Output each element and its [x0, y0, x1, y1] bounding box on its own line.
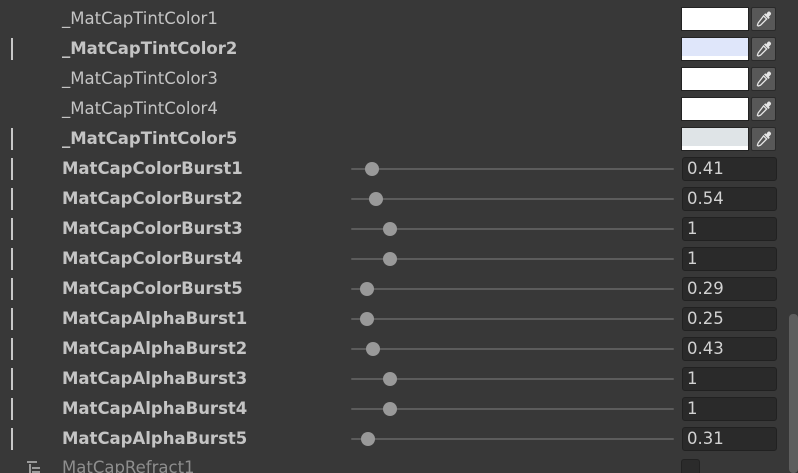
color-property-row: _MatCapTintColor3 [0, 64, 786, 94]
value-field[interactable]: 0.43 [682, 337, 777, 361]
slider-track[interactable] [351, 198, 674, 200]
property-label: MatCapAlphaBurst4 [62, 399, 248, 418]
alpha-strip [682, 26, 748, 30]
slider-property-row: MatCapAlphaBurst1 0.25 [0, 304, 786, 334]
value-field[interactable]: 1 [682, 247, 777, 271]
slider-thumb[interactable] [383, 372, 398, 386]
slider-thumb[interactable] [361, 432, 376, 446]
value-field[interactable]: 0.41 [682, 157, 777, 181]
slider-property-row: MatCapAlphaBurst4 1 [0, 394, 786, 424]
color-property-row: _MatCapTintColor4 [0, 94, 786, 124]
slider-track[interactable] [351, 288, 674, 290]
alpha-strip [682, 116, 748, 120]
tree-list-icon [27, 461, 40, 473]
property-label: MatCapColorBurst3 [62, 219, 243, 238]
value-field[interactable]: 0.25 [682, 307, 777, 331]
eyedropper-icon [756, 101, 772, 117]
slider-thumb[interactable] [383, 402, 398, 416]
alpha-strip [682, 56, 748, 60]
color-swatch[interactable] [681, 7, 749, 31]
color-property-row: _MatCapTintColor2 [0, 34, 786, 64]
property-label: MatCapAlphaBurst3 [62, 369, 248, 388]
slider-property-row: MatCapColorBurst5 0.29 [0, 274, 786, 304]
slider-track[interactable] [351, 348, 674, 350]
slider-track[interactable] [351, 258, 674, 260]
override-indicator [11, 248, 13, 270]
matcaprefract1-checkbox[interactable] [681, 459, 700, 473]
alpha-strip [682, 146, 748, 150]
value-field[interactable]: 0.54 [682, 187, 777, 211]
property-label: MatCapAlphaBurst2 [62, 339, 248, 358]
override-indicator [11, 38, 13, 60]
color-swatch[interactable] [681, 97, 749, 121]
override-indicator [11, 278, 13, 300]
slider-thumb[interactable] [360, 282, 375, 296]
slider-property-row: MatCapAlphaBurst2 0.43 [0, 334, 786, 364]
eyedropper-button[interactable] [751, 37, 776, 61]
property-label: MatCapColorBurst4 [62, 249, 243, 268]
slider-property-row: MatCapColorBurst2 0.54 [0, 184, 786, 214]
slider-track[interactable] [351, 408, 674, 410]
eyedropper-icon [756, 41, 772, 57]
slider-thumb[interactable] [359, 312, 374, 326]
slider-property-row: MatCapColorBurst1 0.41 [0, 154, 786, 184]
value-field[interactable]: 0.31 [682, 427, 777, 451]
property-label: _MatCapTintColor5 [62, 129, 238, 148]
slider-track[interactable] [351, 228, 674, 230]
color-swatch[interactable] [681, 127, 749, 151]
eyedropper-button[interactable] [751, 7, 776, 31]
property-label: MatCapColorBurst1 [62, 159, 243, 178]
slider-property-row: MatCapAlphaBurst5 0.31 [0, 424, 786, 454]
override-indicator [11, 338, 13, 360]
slider-property-row: MatCapColorBurst3 1 [0, 214, 786, 244]
slider-track[interactable] [351, 438, 674, 440]
eyedropper-icon [756, 71, 772, 87]
value-field[interactable]: 1 [682, 397, 777, 421]
property-label: _MatCapTintColor3 [62, 69, 218, 88]
slider-track[interactable] [351, 378, 674, 380]
property-label: MatCapColorBurst5 [62, 279, 243, 298]
alpha-strip [682, 86, 748, 90]
override-indicator [11, 428, 13, 450]
property-label: _MatCapTintColor4 [62, 99, 218, 118]
slider-track[interactable] [351, 168, 674, 170]
property-label: MatCapAlphaBurst1 [62, 309, 248, 328]
slider-thumb[interactable] [365, 342, 380, 356]
slider-property-row: MatCapColorBurst4 1 [0, 244, 786, 274]
override-indicator [11, 158, 13, 180]
property-label: _MatCapTintColor1 [62, 9, 218, 28]
eyedropper-icon [756, 11, 772, 27]
color-property-row: _MatCapTintColor5 [0, 124, 786, 154]
slider-track[interactable] [351, 318, 674, 320]
override-indicator [11, 188, 13, 210]
eyedropper-button[interactable] [751, 97, 776, 121]
color-property-row: _MatCapTintColor1 [0, 4, 786, 34]
value-field[interactable]: 1 [682, 367, 777, 391]
value-field[interactable]: 1 [682, 217, 777, 241]
vertical-scrollbar[interactable] [789, 314, 798, 473]
eyedropper-button[interactable] [751, 127, 776, 151]
property-label: MatCapColorBurst2 [62, 189, 243, 208]
inspector-panel: _MatCapTintColor1 _MatCapTintColor2 _MatCa… [0, 0, 798, 473]
override-indicator [11, 218, 13, 240]
property-label: MatCapAlphaBurst5 [62, 429, 248, 448]
eyedropper-icon [756, 131, 772, 147]
color-swatch[interactable] [681, 37, 749, 61]
color-swatch[interactable] [681, 67, 749, 91]
override-indicator [11, 128, 13, 150]
slider-thumb[interactable] [364, 162, 379, 176]
slider-thumb[interactable] [368, 192, 383, 206]
override-indicator [11, 308, 13, 330]
eyedropper-button[interactable] [751, 67, 776, 91]
slider-thumb[interactable] [383, 222, 398, 236]
override-indicator [11, 368, 13, 390]
slider-property-row: MatCapAlphaBurst3 1 [0, 364, 786, 394]
value-field[interactable]: 0.29 [682, 277, 777, 301]
override-indicator [11, 398, 13, 420]
property-label: _MatCapTintColor2 [62, 39, 238, 58]
property-label-matcaprefract1: MatCapRefract1 [62, 458, 195, 473]
slider-thumb[interactable] [383, 252, 398, 266]
